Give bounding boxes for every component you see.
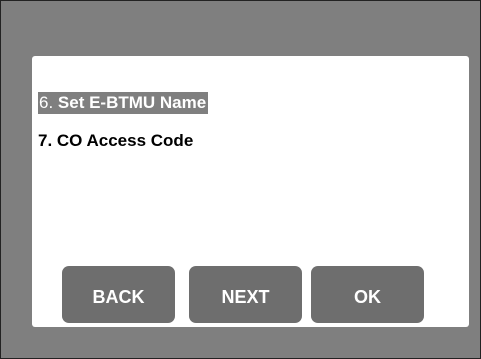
menu-item-label: CO Access Code	[56, 131, 194, 150]
back-button[interactable]: BACK	[62, 266, 175, 323]
menu-item-number: 6.	[39, 93, 58, 112]
device-screen-frame: 6. Set E-BTMU Name 7. CO Access Code BAC…	[0, 0, 481, 359]
next-button[interactable]: NEXT	[189, 266, 302, 323]
menu-item-co-access-code[interactable]: 7. CO Access Code	[38, 130, 193, 152]
menu-item-label: Set E-BTMU Name	[57, 93, 207, 112]
ok-button[interactable]: OK	[311, 266, 424, 323]
menu-panel: 6. Set E-BTMU Name 7. CO Access Code BAC…	[32, 56, 469, 327]
menu-item-number: 7.	[38, 131, 57, 150]
menu-item-set-ebtmu-name[interactable]: 6. Set E-BTMU Name	[38, 92, 209, 114]
